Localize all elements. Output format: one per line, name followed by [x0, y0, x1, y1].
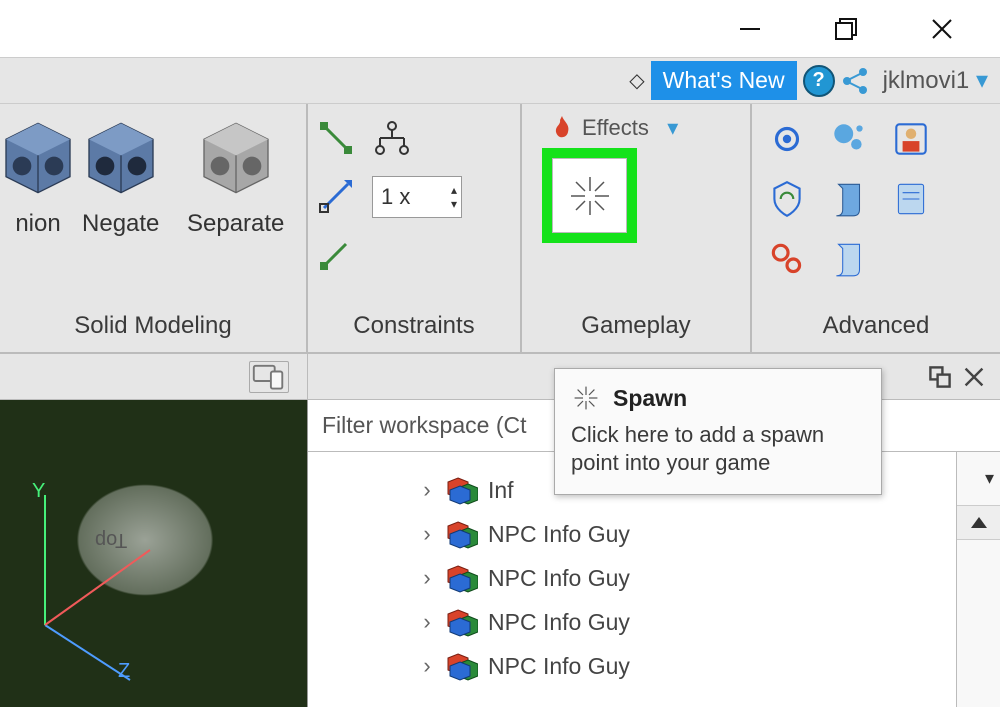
negate-label: Negate: [82, 210, 159, 238]
tree-item[interactable]: › NPC Info Guy: [308, 512, 956, 556]
expand-icon[interactable]: ›: [418, 521, 436, 547]
separate-label: Separate: [187, 210, 284, 238]
constraint-rod-icon[interactable]: [316, 118, 356, 158]
ribbon-group-solid-modeling: nion Negate Separate Solid Modeling: [0, 104, 308, 352]
close-button[interactable]: [922, 9, 962, 49]
viewport-3d[interactable]: Top Y Z: [0, 400, 308, 707]
model-icon: [446, 474, 478, 506]
constraint-multiplier-stepper[interactable]: 1 x ▴▾: [372, 176, 462, 218]
properties-dropdown-icon[interactable]: ▾: [985, 468, 994, 489]
account-username[interactable]: jklmovi1 ▾: [883, 66, 988, 95]
ribbon: nion Negate Separate Solid Modeling: [0, 104, 1000, 354]
group-label-advanced: Advanced: [760, 304, 992, 352]
particle-icon[interactable]: [828, 118, 870, 160]
tree-item-label: Inf: [488, 477, 514, 504]
tree-item-label: NPC Info Guy: [488, 653, 630, 680]
negate-button[interactable]: Negate: [68, 114, 173, 238]
collapse-ribbon-icon[interactable]: ◇: [629, 68, 644, 93]
minimize-button[interactable]: [730, 9, 770, 49]
model-icon: [446, 518, 478, 550]
window-titlebar: [0, 0, 1000, 58]
tree-item[interactable]: › NPC Info Guy: [308, 600, 956, 644]
axis-y-label: Y: [32, 480, 45, 503]
whats-new-button[interactable]: What's New: [651, 61, 797, 100]
union-label: nion: [15, 210, 60, 238]
effects-dropdown[interactable]: Effects ▾: [582, 115, 678, 141]
properties-side-strip: ▾: [956, 452, 1000, 707]
gears-red-icon[interactable]: [766, 238, 808, 280]
share-icon[interactable]: [841, 66, 871, 96]
tree-item-label: NPC Info Guy: [488, 521, 630, 548]
help-icon[interactable]: ?: [803, 65, 835, 97]
tree-item-label: NPC Info Guy: [488, 609, 630, 636]
spawn-tooltip: Spawn Click here to add a spawn point in…: [554, 368, 882, 495]
model-icon: [446, 562, 478, 594]
fire-icon: [550, 114, 574, 142]
script-scroll-icon[interactable]: [828, 238, 870, 280]
settings-gear-icon[interactable]: [766, 118, 808, 160]
ribbon-group-constraints: 1 x ▴▾ Constraints: [308, 104, 522, 352]
expand-icon[interactable]: ›: [418, 653, 436, 679]
constraint-spring-icon[interactable]: [316, 234, 356, 274]
scroll-up-button[interactable]: [957, 506, 1000, 540]
stepper-arrows-icon[interactable]: ▴▾: [451, 177, 457, 217]
tooltip-body: Click here to add a spawn point into you…: [571, 421, 865, 476]
panel-popout-icon[interactable]: [928, 365, 952, 389]
document-blue-icon[interactable]: [890, 178, 932, 220]
ribbon-group-gameplay: Effects ▾ Gameplay: [522, 104, 752, 352]
top-toolbar: ◇ What's New ? jklmovi1 ▾: [0, 58, 1000, 104]
shield-sync-icon[interactable]: [766, 178, 808, 220]
tree-item-label: NPC Info Guy: [488, 565, 630, 592]
restore-button[interactable]: [826, 9, 866, 49]
tree-item[interactable]: › NPC Info Guy: [308, 644, 956, 688]
ribbon-group-advanced: Advanced: [752, 104, 1000, 352]
axis-gizmo-icon: [30, 480, 180, 690]
spawn-burst-icon: [565, 171, 615, 221]
group-label-gameplay: Gameplay: [530, 304, 742, 352]
group-label-solid-modeling: Solid Modeling: [8, 304, 298, 352]
model-icon: [446, 650, 478, 682]
model-icon: [446, 606, 478, 638]
script-roll-icon[interactable]: [828, 178, 870, 220]
expand-icon[interactable]: ›: [418, 477, 436, 503]
panel-close-icon[interactable]: [962, 365, 986, 389]
group-label-constraints: Constraints: [316, 304, 512, 352]
avatar-icon[interactable]: [890, 118, 932, 160]
expand-icon[interactable]: ›: [418, 565, 436, 591]
tree-item[interactable]: › NPC Info Guy: [308, 556, 956, 600]
spawn-burst-icon: [571, 383, 601, 413]
separate-button[interactable]: Separate: [173, 114, 298, 238]
multiplier-value: 1 x: [381, 184, 410, 210]
expand-icon[interactable]: ›: [418, 609, 436, 635]
union-button[interactable]: nion: [8, 114, 68, 238]
axis-z-label: Z: [118, 660, 130, 683]
tooltip-title: Spawn: [613, 385, 687, 412]
device-emulator-icon[interactable]: [249, 361, 289, 393]
constraint-hierarchy-icon[interactable]: [372, 118, 412, 158]
constraint-axis-icon[interactable]: [316, 176, 356, 216]
spawn-button[interactable]: [542, 148, 637, 243]
